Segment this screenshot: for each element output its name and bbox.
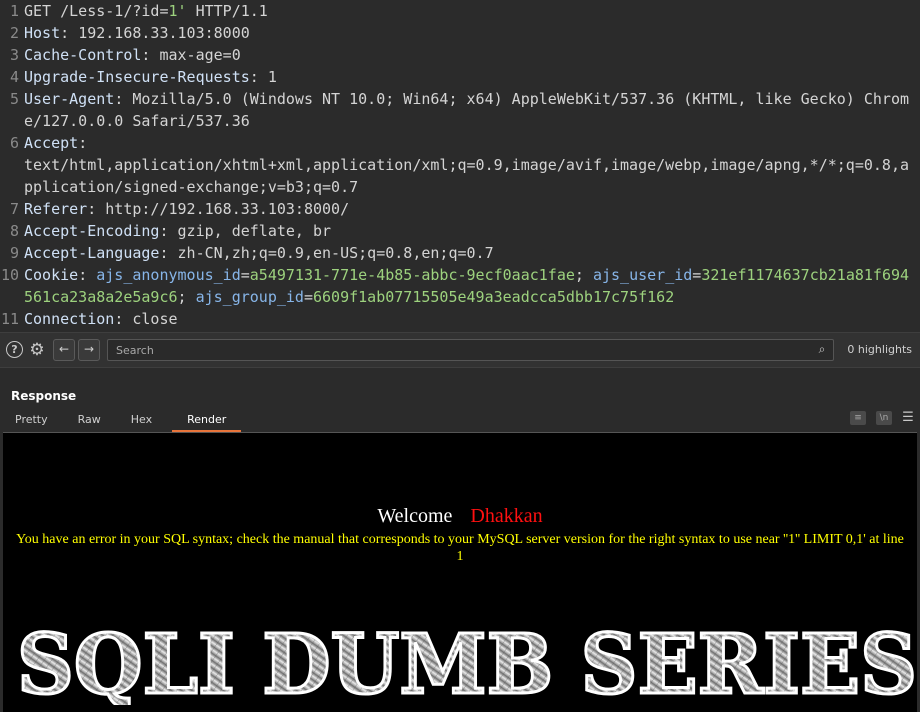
request-editor[interactable]: 1 GET /Less-1/?id=1' HTTP/1.1 2 Host: 19… [0, 0, 920, 332]
line-number: 10 [0, 266, 19, 284]
header-value: Mozilla/5.0 (Windows NT 10.0; Win64; x64… [24, 90, 910, 130]
param-value: 1' [168, 2, 187, 20]
pane-toolbar: ≡ \n ☰ [840, 411, 914, 425]
line-number: 11 [0, 310, 19, 328]
header-name: User-Agent [24, 90, 115, 108]
welcome-line: Welcome Dhakkan [3, 505, 917, 528]
sql-error-message: You have an error in your SQL syntax; ch… [16, 532, 904, 564]
header-value: http://192.168.33.103:8000/ [105, 200, 350, 218]
response-title: Response [11, 389, 77, 403]
cookie-value: a5497131-771e-4b85-abbc-9ecf0aac1fae [249, 266, 575, 284]
line-number: 7 [9, 200, 19, 218]
arrow-left-icon: ← [58, 342, 70, 356]
request-line-8: 8 Accept-Encoding: gzip, deflate, br [0, 220, 920, 242]
cookie-name: ajs_group_id [195, 288, 304, 306]
welcome-text: Welcome [377, 505, 453, 527]
header-name: Connection [24, 310, 115, 328]
search-icon[interactable]: ⌕ [815, 342, 829, 356]
tab-pretty[interactable]: Pretty [5, 410, 58, 432]
request-line-2: 2 Host: 192.168.33.103:8000 [0, 22, 920, 44]
back-button[interactable]: ← [53, 339, 75, 361]
cookie-value: 6609f1ab07715505e49a3eadcca5dbb17c75f162 [313, 288, 675, 306]
request-line-3: 3 Cache-Control: max-age=0 [0, 44, 920, 66]
request-line-5: 5 User-Agent: Mozilla/5.0 (Windows NT 10… [0, 88, 920, 132]
header-name: Cache-Control [24, 46, 142, 64]
header-name: Referer [24, 200, 88, 218]
gear-icon[interactable]: ⚙ [28, 341, 46, 359]
wrap-lines-icon[interactable]: ≡ [850, 411, 866, 425]
tab-raw[interactable]: Raw [68, 410, 111, 432]
request-line-4: 4 Upgrade-Insecure-Requests: 1 [0, 66, 920, 88]
header-name: Host [24, 24, 61, 42]
tab-render[interactable]: Render [172, 410, 242, 432]
response-tabs: Pretty Raw Hex Render [5, 410, 251, 432]
header-name: Upgrade-Insecure-Requests [24, 68, 250, 86]
render-view: Welcome Dhakkan You have an error in your… [3, 432, 917, 712]
header-name: Accept-Encoding [24, 222, 160, 240]
request-line-10: 10 Cookie: ajs_anonymous_id=a5497131-771… [0, 266, 910, 306]
header-value: 192.168.33.103:8000 [78, 24, 250, 42]
cookie-name: ajs_anonymous_id [96, 266, 241, 284]
line-number: 6 [9, 134, 19, 152]
username-text: Dhakkan [470, 505, 543, 527]
sqli-dumb-series-banner: SQLI DUMB SERIES [17, 615, 917, 706]
header-value: gzip, deflate, br [177, 222, 332, 240]
line-number: 3 [9, 46, 19, 64]
header-name: Accept-Language [24, 244, 160, 262]
line-number: 4 [9, 68, 19, 86]
header-name: Cookie [24, 266, 79, 284]
request-protocol: HTTP/1.1 [186, 2, 268, 20]
line-number: 5 [9, 90, 19, 108]
search-input[interactable] [107, 339, 834, 361]
line-number: 9 [9, 244, 19, 262]
cookie-name: ajs_user_id [592, 266, 693, 284]
search-bar: ? ⚙ ← → ⌕ 0 highlights [0, 332, 920, 368]
line-number: 1 [9, 2, 19, 20]
help-icon[interactable]: ? [6, 341, 23, 358]
header-value: text/html,application/xhtml+xml,applicat… [24, 156, 910, 196]
header-value: 1 [267, 68, 277, 86]
forward-button[interactable]: → [78, 339, 100, 361]
request-line-9: 9 Accept-Language: zh-CN,zh;q=0.9,en-US;… [0, 242, 920, 264]
line-number: 8 [9, 222, 19, 240]
header-value: zh-CN,zh;q=0.9,en-US;q=0.8,en;q=0.7 [177, 244, 494, 262]
header-value: close [132, 310, 178, 328]
newline-icon[interactable]: \n [876, 411, 892, 425]
request-line-1: 1 GET /Less-1/?id=1' HTTP/1.1 [0, 0, 920, 22]
tab-hex[interactable]: Hex [121, 410, 162, 432]
header-name: Accept [24, 134, 79, 152]
banner-text: SQLI DUMB SERIES [17, 617, 917, 705]
menu-icon[interactable]: ☰ [902, 411, 914, 425]
request-line-7: 7 Referer: http://192.168.33.103:8000/ [0, 198, 920, 220]
request-line-11: 11 Connection: close [0, 310, 178, 328]
arrow-right-icon: → [83, 342, 95, 356]
line-number: 2 [9, 24, 19, 42]
request-line-6: 6 Accept: text/html,application/xhtml+xm… [0, 132, 920, 198]
header-value: max-age=0 [159, 46, 241, 64]
highlights-count: 0 highlights [847, 343, 912, 356]
response-pane: Response Pretty Raw Hex Render ≡ \n ☰ [0, 368, 920, 432]
request-method-path: GET /Less-1/?id= [24, 2, 169, 20]
